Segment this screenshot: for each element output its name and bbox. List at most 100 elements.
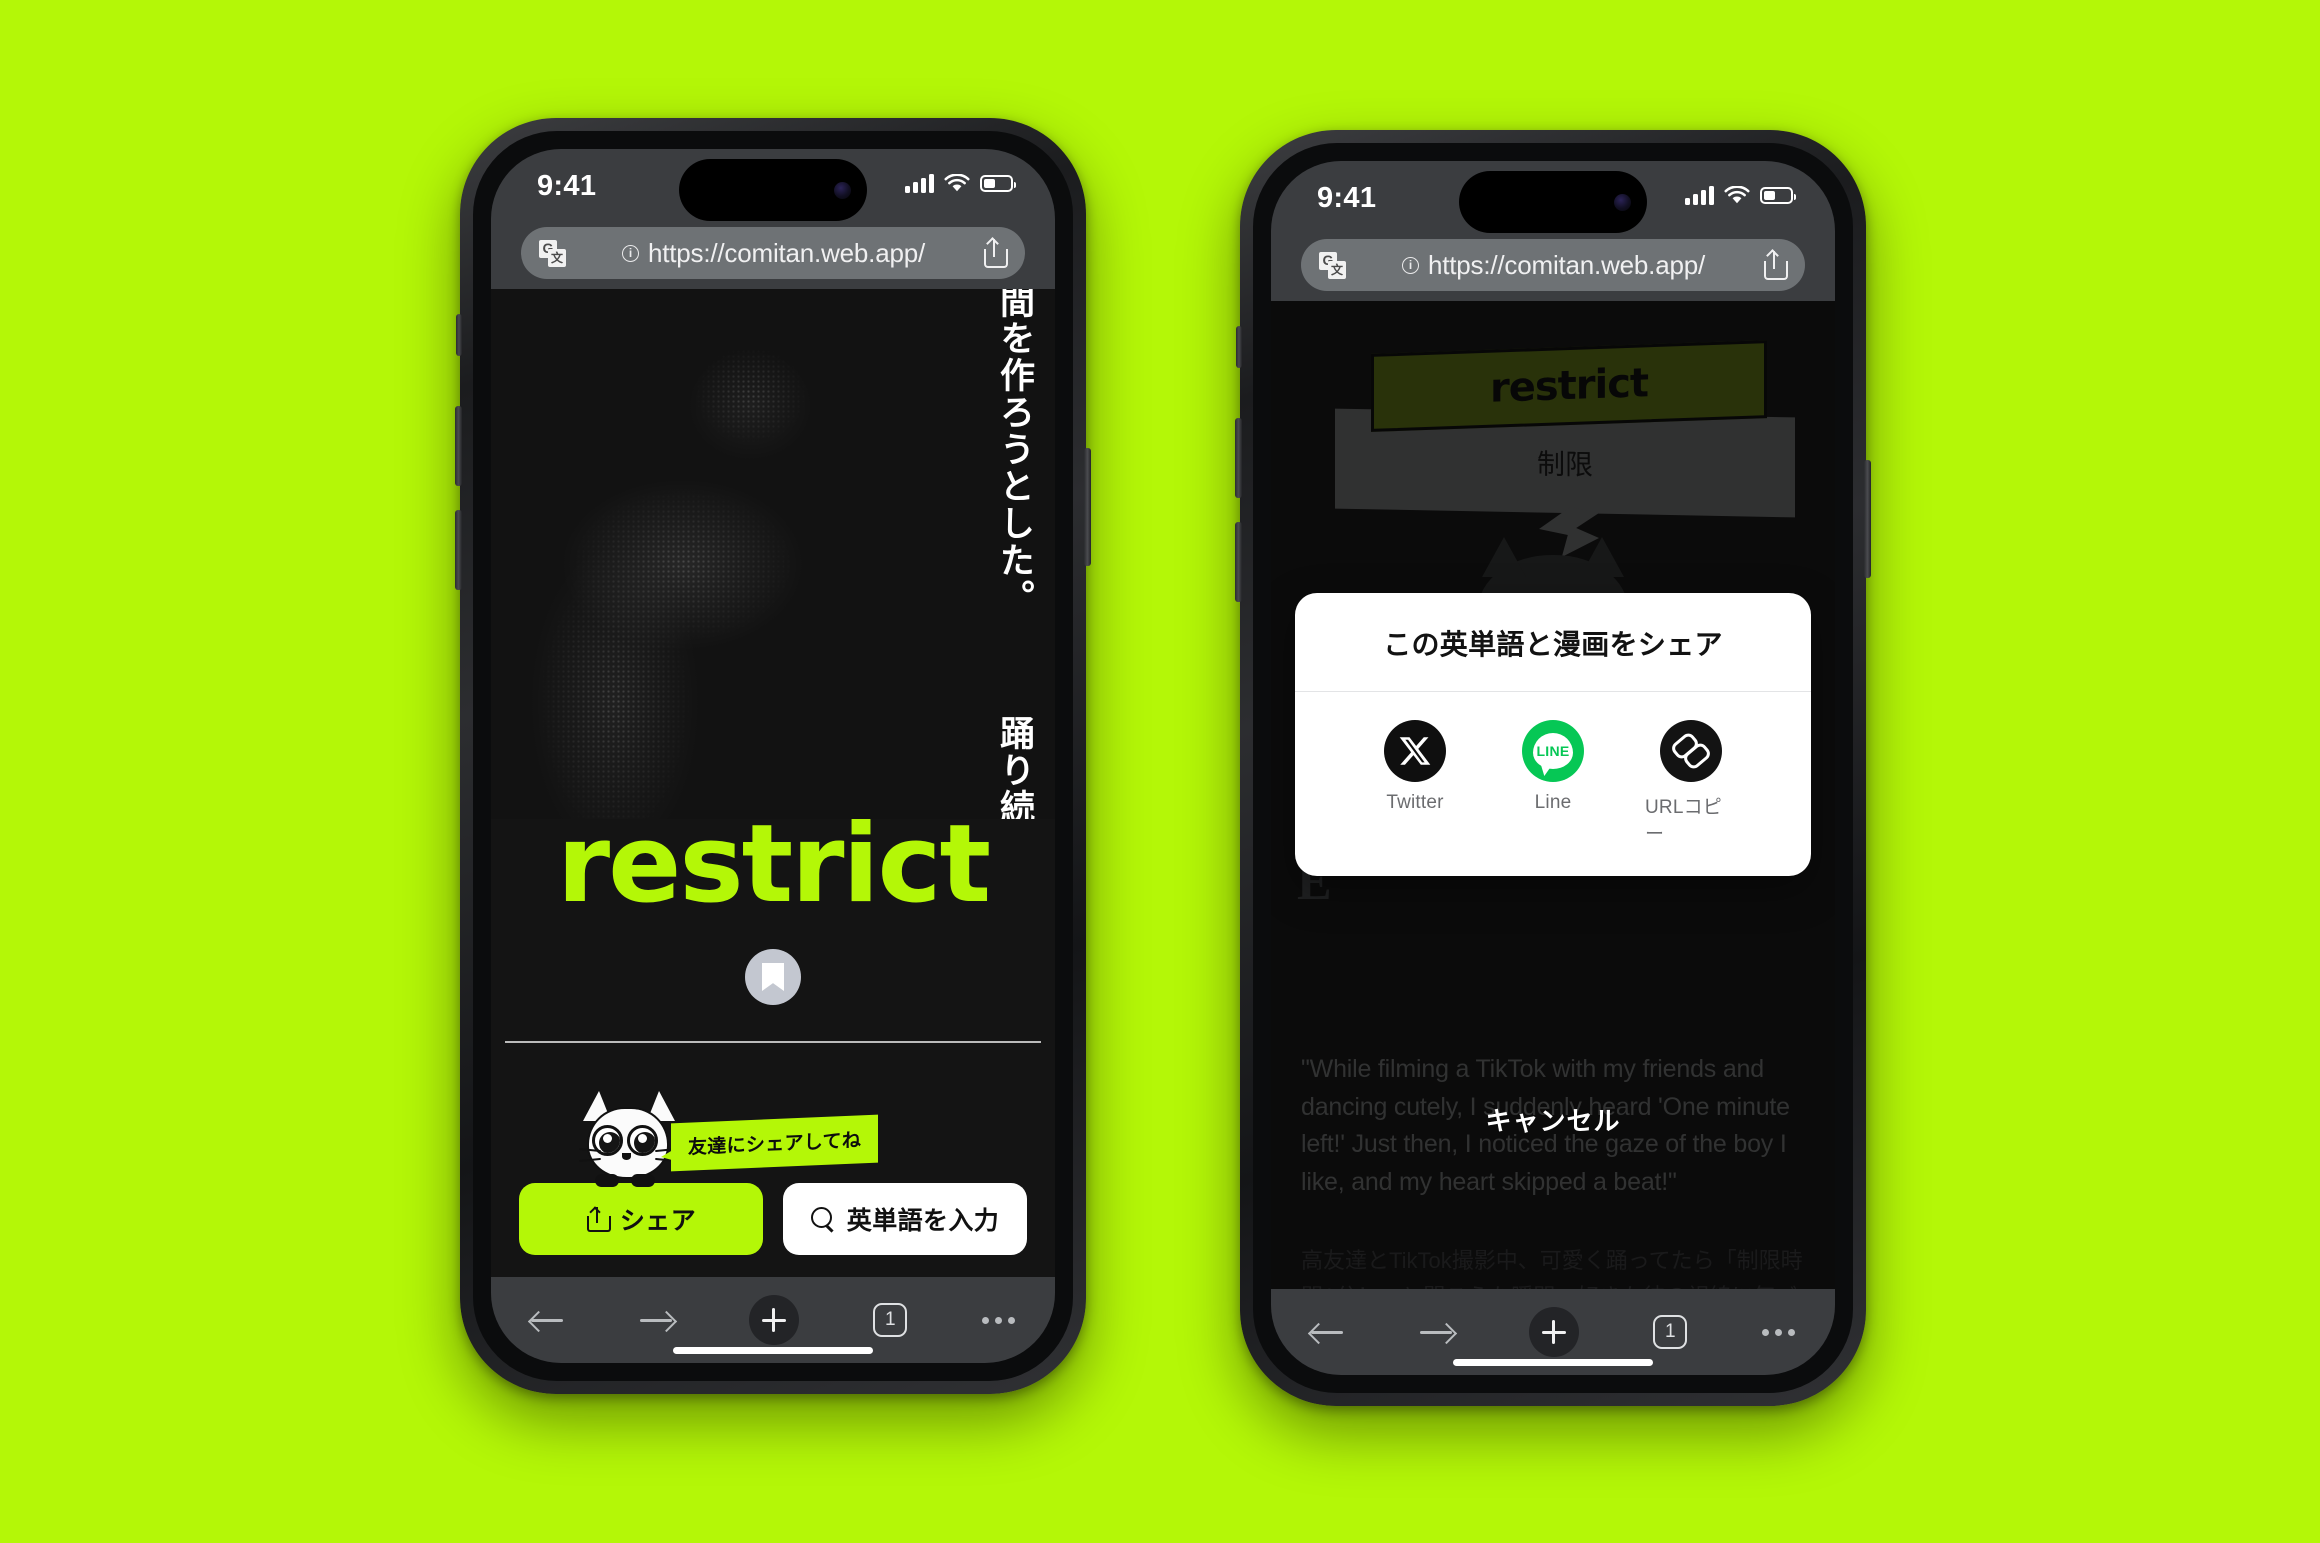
battery-icon bbox=[1760, 186, 1796, 204]
section-divider bbox=[505, 1041, 1041, 1043]
back-button[interactable] bbox=[1311, 1321, 1345, 1343]
bookmark-row bbox=[491, 949, 1055, 1005]
status-indicators bbox=[1685, 185, 1796, 205]
silent-switch[interactable] bbox=[456, 314, 462, 356]
share-options: Twitter LINE Line URLコピー bbox=[1295, 692, 1811, 876]
phone-screen-left: 9:41 G 文 i https://comitan.web.app/ 踊り続け… bbox=[491, 149, 1055, 1363]
phone-bezel: 9:41 bbox=[1253, 143, 1853, 1393]
vertical-japanese-text: に気づいたさくらは、 がらも、 踊り続け、 間を作ろうとした。 bbox=[990, 289, 1037, 819]
status-indicators bbox=[905, 173, 1016, 193]
share-option-label: Line bbox=[1534, 792, 1572, 813]
power-button[interactable] bbox=[1084, 448, 1091, 566]
mascot-row: 友達にシェアしてね bbox=[575, 1091, 1027, 1187]
back-button[interactable] bbox=[531, 1309, 565, 1331]
share-icon bbox=[586, 1205, 611, 1232]
share-modal-title: この英単語と漫画をシェア bbox=[1295, 593, 1811, 692]
web-page-left: に気づいたさくらは、 がらも、 踊り続け、 間を作ろうとした。 restrict bbox=[491, 289, 1055, 1277]
phone-screen-right: 9:41 G 文 i https://comitan.web.app/ 制限 r… bbox=[1271, 161, 1835, 1375]
status-bar: 9:41 bbox=[1271, 161, 1835, 239]
cat-nose-icon bbox=[622, 1153, 631, 1160]
url-display[interactable]: i https://comitan.web.app/ bbox=[1346, 250, 1761, 281]
line-glyph: LINE bbox=[1533, 733, 1573, 769]
share-option-twitter[interactable]: Twitter bbox=[1369, 720, 1461, 846]
x-icon bbox=[1384, 720, 1446, 782]
browser-share-icon[interactable] bbox=[1761, 249, 1788, 280]
search-button-label: 英単語を入力 bbox=[846, 1207, 1000, 1235]
phone-bezel: 9:41 bbox=[473, 131, 1073, 1381]
search-word-button[interactable]: 英単語を入力 bbox=[783, 1183, 1027, 1255]
url-display[interactable]: i https://comitan.web.app/ bbox=[566, 238, 981, 269]
url-bar-container: G 文 i https://comitan.web.app/ bbox=[491, 227, 1055, 289]
forward-button[interactable] bbox=[1419, 1321, 1454, 1343]
screenshot-stage: 9:41 G 文 i https://comitan.web.app/ 踊り続け… bbox=[0, 0, 2320, 1543]
front-camera-icon bbox=[1614, 193, 1631, 211]
lens-right bbox=[627, 1125, 658, 1156]
url-text: https://comitan.web.app/ bbox=[647, 237, 926, 268]
share-button-label: シェア bbox=[619, 1207, 697, 1235]
vertical-text-column: 間を作ろうとした。 bbox=[995, 289, 1034, 616]
power-button[interactable] bbox=[1864, 460, 1871, 578]
forward-button[interactable] bbox=[639, 1309, 674, 1331]
page-info-icon[interactable]: i bbox=[1401, 256, 1419, 274]
silent-switch[interactable] bbox=[1236, 326, 1242, 368]
page-info-icon[interactable]: i bbox=[621, 244, 639, 262]
manga-panel: に気づいたさくらは、 がらも、 踊り続け、 間を作ろうとした。 bbox=[491, 289, 1055, 819]
bookmark-button[interactable] bbox=[745, 949, 801, 1005]
url-bar-container: G 文 i https://comitan.web.app/ bbox=[1271, 239, 1835, 301]
hero-word: restrict bbox=[556, 802, 991, 927]
more-menu-button[interactable] bbox=[982, 1316, 1015, 1324]
cat-mascot-icon bbox=[575, 1091, 681, 1187]
home-indicator[interactable] bbox=[1453, 1359, 1653, 1366]
new-tab-button[interactable] bbox=[1528, 1307, 1579, 1357]
browser-share-icon[interactable] bbox=[981, 237, 1008, 268]
cellular-signal-icon bbox=[905, 173, 934, 193]
volume-up-button[interactable] bbox=[1235, 418, 1242, 498]
home-indicator[interactable] bbox=[673, 1347, 873, 1354]
web-page-right: 制限 restrict E "While filming a TikTok wi… bbox=[1271, 301, 1835, 1289]
line-icon: LINE bbox=[1522, 720, 1584, 782]
translate-icon[interactable]: G 文 bbox=[539, 239, 566, 267]
tab-count-button[interactable]: 1 bbox=[1653, 1315, 1688, 1349]
halftone-texture bbox=[491, 289, 1055, 819]
phone-right: 9:41 G 文 i https://comitan.web.app/ 制限 r… bbox=[1235, 130, 1871, 1406]
share-option-copy-url[interactable]: URLコピー bbox=[1645, 720, 1737, 846]
share-modal: この英単語と漫画をシェア Twitter LINE Line URLコピー bbox=[1295, 593, 1811, 876]
cta-section: 友達にシェアしてね シェア 英単語を入力 bbox=[491, 1091, 1055, 1255]
battery-icon bbox=[980, 174, 1016, 192]
bookmark-icon bbox=[762, 963, 784, 991]
new-tab-button[interactable] bbox=[748, 1295, 799, 1345]
share-option-line[interactable]: LINE Line bbox=[1507, 720, 1599, 846]
search-icon bbox=[810, 1207, 835, 1231]
status-clock: 9:41 bbox=[537, 170, 597, 202]
url-text: https://comitan.web.app/ bbox=[1427, 249, 1706, 280]
url-bar[interactable]: G 文 i https://comitan.web.app/ bbox=[1301, 239, 1805, 291]
speech-bubble: 友達にシェアしてね bbox=[671, 1114, 879, 1172]
cellular-signal-icon bbox=[1685, 185, 1714, 205]
cat-glasses-icon bbox=[592, 1125, 658, 1156]
tab-count-button[interactable]: 1 bbox=[873, 1303, 908, 1337]
share-option-label: URLコピー bbox=[1645, 797, 1723, 845]
volume-up-button[interactable] bbox=[455, 406, 462, 486]
volume-down-button[interactable] bbox=[455, 510, 462, 590]
front-camera-icon bbox=[834, 181, 851, 199]
status-clock: 9:41 bbox=[1317, 182, 1377, 214]
wifi-icon bbox=[1724, 185, 1750, 203]
translate-icon[interactable]: G 文 bbox=[1319, 251, 1346, 279]
share-button[interactable]: シェア bbox=[519, 1183, 763, 1255]
cancel-button[interactable]: キャンセル bbox=[1485, 1101, 1620, 1138]
wifi-icon bbox=[944, 173, 970, 191]
share-option-label: Twitter bbox=[1386, 792, 1444, 813]
volume-down-button[interactable] bbox=[1235, 522, 1242, 602]
cat-paw-left-icon bbox=[595, 1174, 619, 1187]
phone-left: 9:41 G 文 i https://comitan.web.app/ 踊り続け… bbox=[455, 118, 1091, 1394]
dynamic-island bbox=[679, 159, 867, 221]
more-menu-button[interactable] bbox=[1762, 1328, 1795, 1336]
cta-buttons: シェア 英単語を入力 bbox=[519, 1183, 1027, 1255]
vertical-text-column: 踊り続け、 bbox=[995, 715, 1034, 819]
status-bar: 9:41 bbox=[491, 149, 1055, 227]
url-bar[interactable]: G 文 i https://comitan.web.app/ bbox=[521, 227, 1025, 279]
cat-paw-right-icon bbox=[631, 1174, 655, 1187]
link-icon bbox=[1660, 720, 1722, 782]
link-glyph bbox=[1673, 733, 1709, 769]
dynamic-island bbox=[1459, 171, 1647, 233]
